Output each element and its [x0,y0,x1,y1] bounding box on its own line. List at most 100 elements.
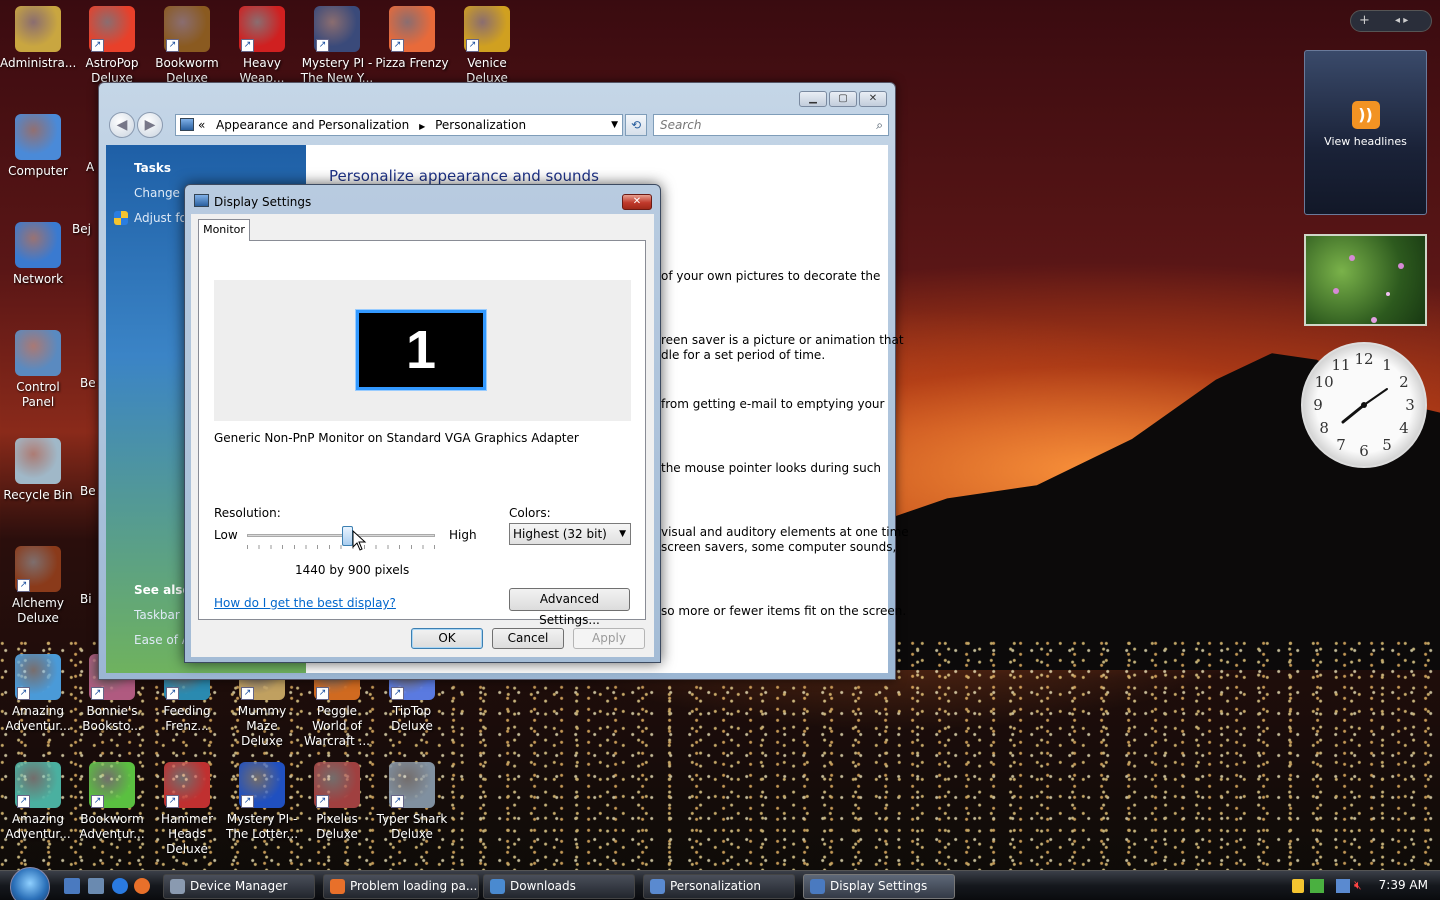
network-icon[interactable] [1336,879,1350,893]
taskbar-button-personalization[interactable]: Personalization [643,874,795,899]
bookworm-adventures-icon: ↗ [89,762,135,808]
advanced-settings-button[interactable]: Advanced Settings... [509,588,630,627]
switch-windows-icon[interactable] [88,878,104,894]
resolution-low-label: Low [214,528,238,542]
apply-button[interactable]: Apply [573,628,645,649]
tab-monitor[interactable]: Monitor [198,219,250,241]
see-also-heading: See also [134,583,191,597]
internet-explorer-icon[interactable] [112,878,128,894]
sidebar-controls: + ◂ ▸ [1350,10,1432,32]
clock-gadget[interactable]: 11 10 9 8 7 6 5 4 3 2 1 12 [1301,342,1427,468]
desktop-icon-label: Network [12,272,64,286]
maximize-button[interactable]: ▢ [829,91,857,107]
desktop-icon-bookworm[interactable]: ↗ Bookworm Deluxe [149,2,225,86]
taskbar-button-downloads[interactable]: Downloads [483,874,635,899]
navigation-bar: ◀ ▶ « Appearance and Personalization ▶ P… [107,111,889,139]
mystery-pi-lottery-icon: ↗ [239,762,285,808]
taskbar-clock[interactable]: 7:39 AM [1379,878,1428,892]
gadget-nav-arrows[interactable]: ◂ ▸ [1395,11,1408,31]
feed-headlines-gadget[interactable]: )) View headlines [1304,50,1427,215]
chevron-down-icon[interactable]: ▼ [619,524,626,544]
show-desktop-icon[interactable] [64,878,80,894]
desktop-icon-computer[interactable]: Computer [0,110,76,179]
best-display-help-link[interactable]: How do I get the best display? [214,596,396,610]
desktop-icon-astropop[interactable]: ↗ AstroPop Deluxe [74,2,150,86]
dialog-body: Monitor 1 Generic Non-PnP Monitor on Sta… [191,214,654,657]
see-also-taskbar-link[interactable]: Taskbar a [134,608,191,622]
shortcut-arrow-icon: ↗ [166,39,179,52]
cancel-button[interactable]: Cancel [492,628,564,649]
desktop-icon-heavy-weapon[interactable]: ↗ Heavy Weap... [224,2,300,86]
forward-button[interactable]: ▶ [137,112,163,138]
monitor-1-preview[interactable]: 1 [355,309,487,391]
desktop-icon-recycle-bin[interactable]: Recycle Bin [0,434,76,503]
close-button[interactable]: ✕ [859,91,887,107]
address-dropdown-icon[interactable]: ▼ [611,115,618,135]
search-input[interactable]: Search ⌕ [653,114,889,136]
search-icon[interactable]: ⌕ [876,115,883,135]
taskbar-button-display-settings[interactable]: Display Settings [803,874,955,899]
resolution-slider-thumb[interactable] [341,526,353,546]
partial-icon-label: A [86,160,95,174]
desktop-icon-label: Bonnie's Booksto... [82,704,142,733]
dialog-close-button[interactable]: ✕ [622,194,652,210]
desktop-icon-control-panel[interactable]: Control Panel [0,326,76,410]
mystery-pi-new-york-icon: ↗ [314,6,360,52]
volume-muted-icon[interactable]: 🔇︎ [1354,878,1362,893]
desktop-icon-mystery-pi-new-york[interactable]: ↗ Mystery PI - The New Y... [299,2,375,86]
add-gadget-button[interactable]: + [1359,11,1370,31]
desktop-icon-pixelus[interactable]: ↗ Pixelus Deluxe [299,758,375,842]
mouse-pointers-description: the mouse pointer looks during such [661,461,881,476]
desktop-icon-network[interactable]: Network [0,218,76,287]
clock-numeral: 5 [1382,436,1392,454]
colors-label: Colors: [509,506,551,520]
breadcrumb-appearance[interactable]: Appearance and Personalization [216,118,409,132]
taskbar-button-label: Problem loading pa... [350,879,478,893]
desktop-icon-bookworm-adventures[interactable]: ↗ Bookworm Adventur... [74,758,150,842]
description-line: from getting e-mail to emptying your [661,397,885,411]
desktop-icon-mystery-pi-lottery[interactable]: ↗ Mystery PI - The Lotter... [224,758,300,842]
shortcut-arrow-icon: ↗ [241,795,254,808]
tray-app-icon[interactable] [1310,879,1324,893]
desktop-icon-venice[interactable]: ↗ Venice Deluxe [449,2,525,86]
task-link-change[interactable]: Change d [134,186,191,200]
control-panel-icon [15,330,61,376]
refresh-button[interactable]: ⟲ [625,114,647,136]
clock-numeral: 4 [1399,419,1409,437]
desktop-icon-label: Feeding Frenz... [163,704,211,733]
desktop-icon-label: Administra... [0,56,77,70]
back-button[interactable]: ◀ [109,112,135,138]
pizza-frenzy-icon: ↗ [389,6,435,52]
security-shield-icon[interactable] [1292,879,1304,893]
slideshow-gadget[interactable] [1304,234,1427,326]
desktop-icon-administrator[interactable]: Administra... [0,2,76,71]
pixelus-icon: ↗ [314,762,360,808]
tasks-heading: Tasks [134,161,172,175]
start-button[interactable] [10,867,50,900]
desktop-icon-amazing-adventures-1[interactable]: ↗ Amazing Adventur... [0,650,76,734]
font-size-description: so more or fewer items fit on the screen… [661,604,906,619]
bookworm-icon: ↗ [164,6,210,52]
desktop-icon-typer-shark[interactable]: ↗ Typer Shark Deluxe [374,758,450,842]
ok-button[interactable]: OK [411,628,483,649]
breadcrumb-personalization[interactable]: Personalization [435,118,526,132]
clock-numeral: 1 [1382,356,1392,374]
desktop-icon-pizza-frenzy[interactable]: ↗ Pizza Frenzy [374,2,450,71]
partial-icon-label: Bej [72,222,91,236]
desktop-icon-amazing-adventures-2[interactable]: ↗ Amazing Adventur... [0,758,76,842]
colors-select[interactable]: Highest (32 bit) ▼ [509,523,631,545]
breadcrumb-overflow[interactable]: « [198,115,205,135]
firefox-icon[interactable] [134,878,150,894]
desktop-icon-alchemy[interactable]: ↗ Alchemy Deluxe [0,542,76,626]
desktop-icon-hammer-heads[interactable]: ↗ Hammer Heads Deluxe [149,758,225,857]
taskbar-button-device-manager[interactable]: Device Manager [163,874,315,899]
taskbar-button-label: Downloads [510,879,576,893]
shortcut-arrow-icon: ↗ [241,687,254,700]
taskbar-button-firefox[interactable]: Problem loading pa... [323,874,479,899]
desktop-icon-label: Hammer Heads Deluxe [160,812,214,856]
minimize-button[interactable]: ▁ [799,91,827,107]
breadcrumb-separator-icon[interactable]: ▶ [419,122,425,131]
shortcut-arrow-icon: ↗ [316,39,329,52]
address-bar[interactable]: « Appearance and Personalization ▶ Perso… [175,114,623,136]
display-settings-dialog[interactable]: Display Settings ✕ Monitor 1 Generic Non… [184,184,661,663]
